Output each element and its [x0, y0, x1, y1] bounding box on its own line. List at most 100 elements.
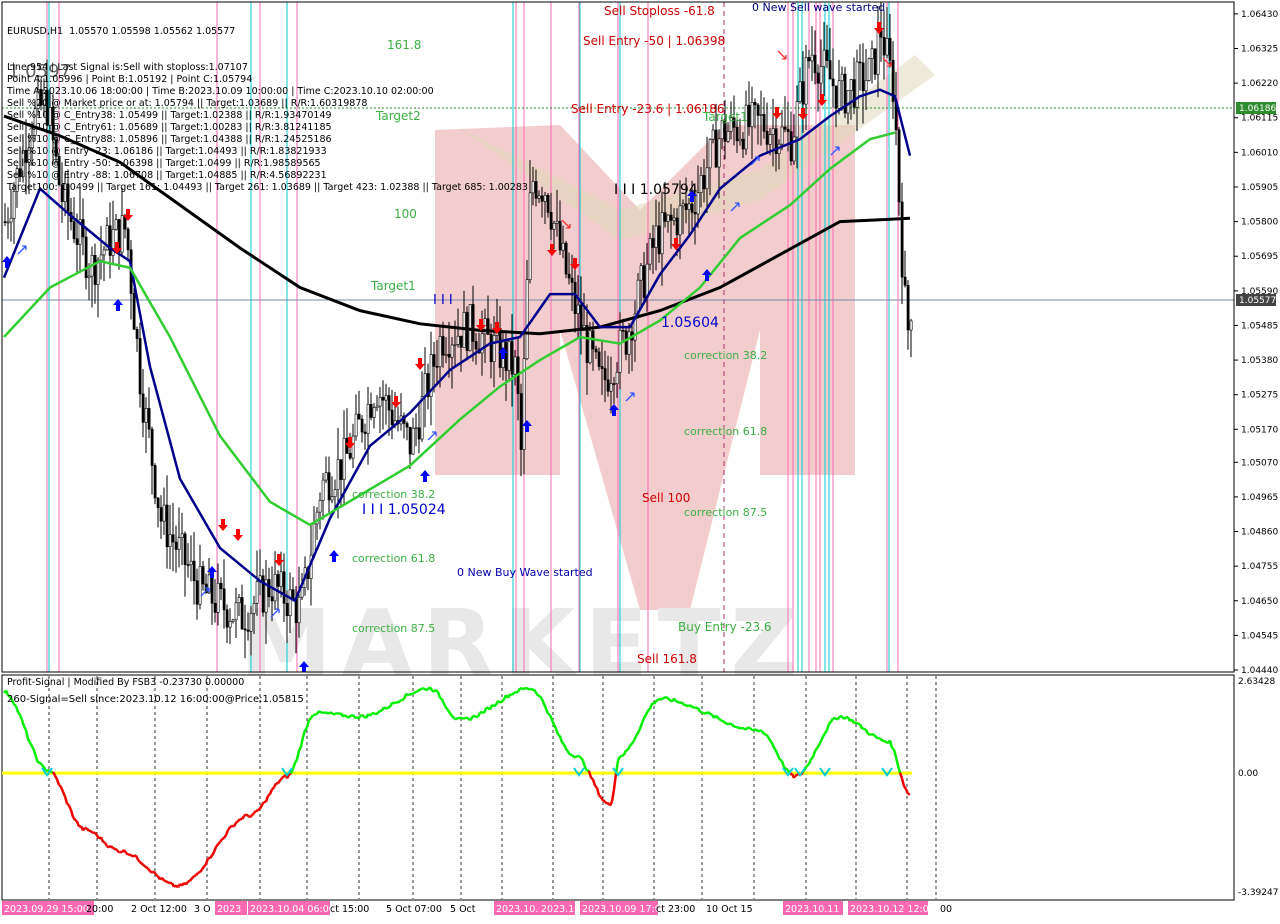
time-tick-label: 20:00 — [86, 904, 113, 915]
candle-body — [781, 127, 783, 144]
osc-segment — [664, 697, 666, 698]
candle-body — [379, 397, 381, 406]
candle-body — [739, 139, 741, 141]
osc-segment — [289, 774, 291, 775]
candle-body — [169, 535, 171, 547]
new-sell-wave-label: 0 New Sell wave started — [752, 1, 885, 14]
candle-body — [298, 597, 300, 623]
candle-body — [769, 135, 771, 145]
chart-window[interactable]: MARKETZ Sell Stoploss -61.8 0 New Sell w… — [0, 0, 1280, 920]
candle-body — [757, 105, 759, 115]
time-tick-label: 2 Oct 12:00 — [131, 904, 187, 915]
candle-body — [907, 285, 909, 330]
osc-segment — [674, 699, 676, 702]
candle-body — [676, 218, 678, 235]
osc-segment — [331, 712, 333, 714]
candle-body — [196, 581, 198, 605]
candle-body — [898, 130, 900, 202]
osc-segment — [601, 797, 603, 800]
osc-segment — [418, 689, 420, 691]
osc-segment — [694, 707, 696, 708]
osc-segment — [568, 752, 570, 755]
osc-segment — [874, 735, 876, 737]
osc-segment — [844, 718, 846, 720]
corr-618-left-label: correction 61.8 — [352, 552, 435, 565]
osc-segment — [585, 767, 587, 771]
candle-body — [460, 336, 462, 347]
candle-body — [121, 216, 123, 253]
candle-body — [526, 280, 528, 359]
osc-segment — [718, 718, 720, 720]
candle-body — [640, 266, 642, 280]
svg-text:1.06186: 1.06186 — [1239, 104, 1276, 114]
candle-body — [760, 114, 762, 115]
candle-body — [658, 226, 660, 254]
price-tick-label: 1.06430 — [1241, 10, 1278, 20]
candle-body — [538, 196, 540, 198]
info-line: Sell %10 @ C_Entry88: 1.05896 || Target:… — [7, 134, 528, 146]
sell-1618-label: Sell 161.8 — [637, 652, 697, 666]
osc-segment — [224, 835, 226, 838]
candle-body — [229, 622, 231, 628]
osc-segment — [730, 724, 732, 725]
osc-segment — [400, 700, 402, 701]
osc-segment — [190, 878, 192, 880]
candle-body — [145, 408, 147, 422]
osc-segment — [30, 743, 32, 746]
candle-body — [421, 397, 423, 439]
candle-body — [805, 57, 807, 104]
osc-segment — [870, 734, 872, 735]
osc-segment — [115, 849, 117, 850]
osc-segment — [111, 846, 113, 848]
time-tick-label: 2023.10 — [541, 904, 580, 915]
price-tick-label: 1.05485 — [1241, 321, 1278, 331]
candle-body — [190, 561, 192, 565]
candle-body — [859, 62, 861, 63]
candle-body — [637, 280, 639, 314]
osc-segment — [412, 693, 414, 694]
candle-body — [289, 590, 291, 616]
osc-segment — [156, 875, 158, 877]
current-price-badge: 1.05577 — [1236, 294, 1276, 306]
candle-body — [646, 264, 648, 297]
osc-segment — [202, 867, 204, 870]
candle-body — [10, 218, 12, 222]
candle-body — [277, 574, 279, 586]
candle-body — [178, 538, 180, 550]
osc-segment — [876, 737, 878, 739]
osc-segment — [436, 690, 438, 692]
osc-segment — [644, 715, 646, 718]
candle-body — [826, 50, 828, 61]
osc-segment — [53, 772, 55, 776]
candle-body — [223, 589, 225, 610]
candle-body — [601, 367, 603, 369]
osc-segment — [795, 775, 797, 776]
price-tick-label: 1.05905 — [1241, 183, 1278, 193]
candle-body — [136, 329, 138, 338]
osc-segment — [260, 805, 262, 809]
info-line: Target100: 1.0499 || Target 161: 1.04493… — [7, 182, 528, 194]
osc-segment — [579, 756, 581, 758]
time-tick-label: 5 Oct 07:00 — [386, 904, 442, 915]
osc-segment — [200, 870, 202, 873]
candle-body — [313, 524, 315, 555]
window-title: EURUSD,H1 1.05570 1.05598 1.05562 1.0557… — [7, 26, 528, 38]
candle-body — [187, 565, 189, 566]
osc-segment — [562, 742, 564, 744]
candle-body — [94, 255, 96, 284]
osc-segment — [722, 721, 724, 722]
candle-body — [799, 82, 801, 102]
candle-body — [280, 572, 282, 587]
price-tick-label: 1.04965 — [1241, 493, 1278, 503]
osc-segment — [837, 718, 839, 719]
candle-body — [508, 342, 510, 371]
osc-segment — [558, 735, 560, 737]
candle-body — [706, 168, 708, 189]
osc-segment — [394, 702, 396, 703]
osc-segment — [55, 776, 57, 780]
osc-segment — [216, 844, 218, 846]
osc-segment — [678, 702, 680, 703]
osc-segment — [258, 809, 260, 811]
osc-segment — [166, 881, 168, 882]
candle-body — [406, 423, 408, 427]
